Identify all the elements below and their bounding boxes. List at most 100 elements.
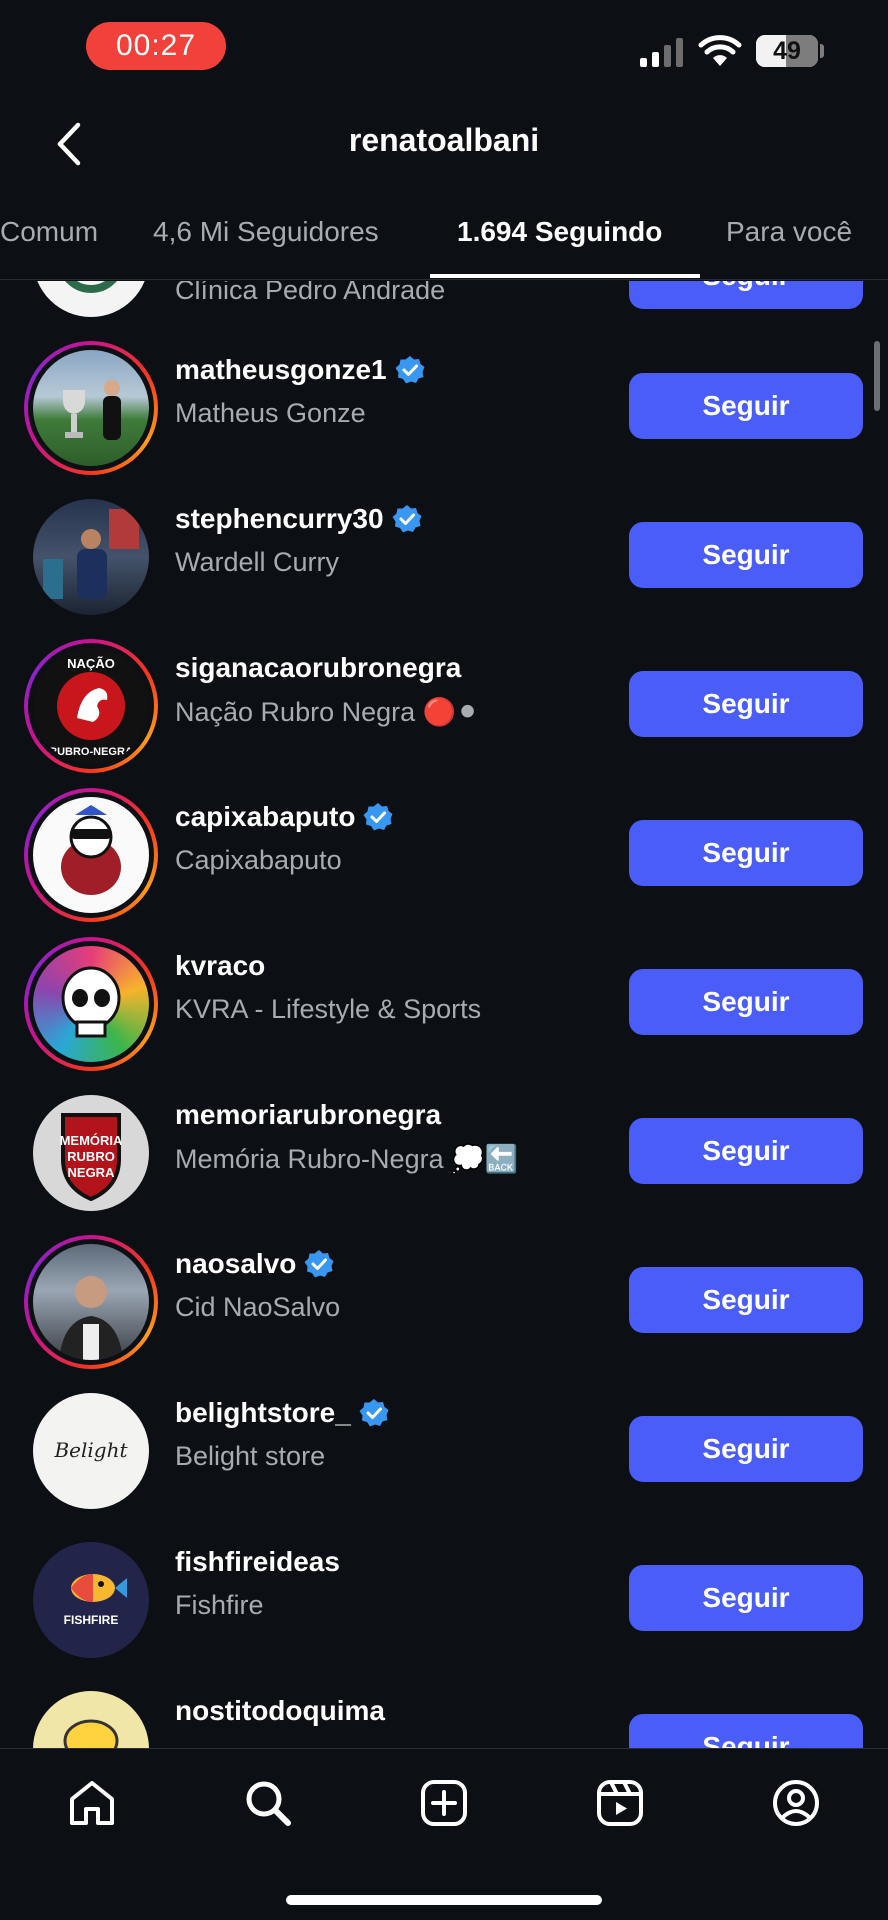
- follow-button[interactable]: Seguir: [629, 281, 863, 309]
- nav-reels[interactable]: [590, 1773, 650, 1833]
- battery-indicator: 49: [756, 35, 818, 67]
- status-bar: 00:27 49: [0, 0, 888, 96]
- verified-badge-icon: [395, 356, 425, 384]
- profile-icon: [773, 1780, 819, 1826]
- follow-button[interactable]: Seguir: [629, 1565, 863, 1631]
- username-text: belightstore_: [175, 1397, 351, 1428]
- fishfire-logo-text: FISHFIRE: [64, 1613, 119, 1627]
- person-photo-icon: [59, 1276, 123, 1360]
- following-list: Clínica Pedro Andrade Seguir matheusgonz…: [0, 281, 888, 1748]
- list-item[interactable]: Belight belightstore_ Belight store Segu…: [0, 1377, 888, 1526]
- tab-comum[interactable]: Comum: [0, 216, 98, 248]
- trophy-photo-icon: [63, 380, 121, 440]
- follow-button[interactable]: Seguir: [629, 1118, 863, 1184]
- follow-button[interactable]: Seguir: [629, 671, 863, 737]
- user-fullname: Capixabaputo: [175, 845, 342, 875]
- avatar[interactable]: [24, 1682, 158, 1748]
- follow-button[interactable]: Seguir: [629, 1267, 863, 1333]
- list-item[interactable]: MEMÓRIA RUBRO NEGRA memoriarubronegra Me…: [0, 1079, 888, 1228]
- memoria-text-3: NEGRA: [68, 1165, 116, 1180]
- follow-button[interactable]: Seguir: [629, 373, 863, 439]
- username-text: fishfireideas: [175, 1546, 340, 1577]
- avatar[interactable]: Belight: [24, 1384, 158, 1518]
- verified-badge-icon: [304, 1250, 334, 1278]
- list-item[interactable]: nostitodoquima Seguir: [0, 1675, 888, 1748]
- follow-button[interactable]: Seguir: [629, 820, 863, 886]
- home-icon: [70, 1781, 114, 1825]
- user-handle: capixabaputo: [175, 801, 393, 833]
- tab-seguindo[interactable]: 1.694 Seguindo: [457, 216, 662, 248]
- battery-tip: [820, 44, 824, 58]
- active-tab-indicator: [430, 274, 700, 278]
- user-handle: memoriarubronegra: [175, 1099, 441, 1131]
- clinic-logo-icon: [65, 281, 117, 293]
- belight-logo-icon: Belight: [53, 1438, 128, 1462]
- home-indicator[interactable]: [286, 1895, 602, 1905]
- search-icon: [246, 1781, 291, 1826]
- username-text: matheusgonze1: [175, 354, 387, 385]
- tab-seguidores[interactable]: 4,6 Mi Seguidores: [153, 216, 379, 248]
- avatar[interactable]: [24, 1235, 158, 1369]
- nav-create[interactable]: [414, 1773, 474, 1833]
- reels-icon: [597, 1780, 643, 1826]
- user-fullname: Memória Rubro-Negra 💭🔙: [175, 1144, 519, 1174]
- page-title: renatoalbani: [348, 122, 540, 158]
- avatar[interactable]: [24, 341, 158, 475]
- tab-para-voce[interactable]: Para você: [726, 216, 852, 248]
- list-item[interactable]: naosalvo Cid NaoSalvo Seguir: [0, 1228, 888, 1377]
- list-item[interactable]: FISHFIRE fishfireideas Fishfire Seguir: [0, 1526, 888, 1675]
- username-text: stephencurry30: [175, 503, 384, 534]
- user-handle: matheusgonze1: [175, 354, 425, 386]
- user-fullname: Belight store: [175, 1441, 326, 1471]
- follow-button[interactable]: Seguir: [629, 522, 863, 588]
- avatar[interactable]: NAÇÃO RUBRO-NEGRA: [24, 639, 158, 773]
- username-text: siganacaorubronegra: [175, 652, 462, 683]
- user-fullname: Nação Rubro Negra 🔴⚫: [175, 697, 479, 727]
- list-item[interactable]: NAÇÃO RUBRO-NEGRA siganacaorubronegra Na…: [0, 632, 888, 781]
- memoria-text-2: RUBRO: [67, 1149, 115, 1164]
- skull-logo-icon: [61, 966, 121, 1038]
- avatar[interactable]: [24, 281, 158, 326]
- wifi-icon: [698, 35, 742, 66]
- nav-home[interactable]: [62, 1773, 122, 1833]
- cellular-signal-icon: [640, 38, 683, 67]
- user-fullname: Wardell Curry: [175, 547, 340, 577]
- list-item[interactable]: capixabaputo Capixabaputo Seguir: [0, 781, 888, 930]
- follow-button[interactable]: Seguir: [629, 1714, 863, 1748]
- avatar[interactable]: [24, 490, 158, 624]
- memoria-text-1: MEMÓRIA: [60, 1133, 123, 1148]
- nav-search[interactable]: [238, 1773, 298, 1833]
- bottom-navigation: [0, 1748, 888, 1920]
- nav-profile[interactable]: [766, 1773, 826, 1833]
- user-fullname: Clínica Pedro Andrade: [175, 281, 446, 305]
- list-item[interactable]: matheusgonze1 Matheus Gonze Seguir: [0, 334, 888, 483]
- user-handle: stephencurry30: [175, 503, 422, 535]
- user-fullname: Matheus Gonze: [175, 398, 366, 428]
- player-photo-icon: [43, 509, 139, 599]
- username-text: kvraco: [175, 950, 266, 981]
- follow-button[interactable]: Seguir: [629, 969, 863, 1035]
- nacao-logo-icon: NAÇÃO RUBRO-NEGRA: [49, 656, 133, 758]
- status-time[interactable]: 00:27: [86, 22, 226, 70]
- username-text: nostitodoquima: [175, 1695, 385, 1726]
- avatar[interactable]: [24, 788, 158, 922]
- screen: 00:27 49 renatoalbani Comum 4,6 Mi Segui…: [0, 0, 888, 1920]
- follow-tabs: Comum 4,6 Mi Seguidores 1.694 Seguindo P…: [0, 200, 888, 280]
- avatar[interactable]: FISHFIRE: [24, 1533, 158, 1667]
- follow-button[interactable]: Seguir: [629, 1416, 863, 1482]
- list-item[interactable]: Clínica Pedro Andrade Seguir: [0, 281, 888, 334]
- create-icon: [421, 1780, 467, 1826]
- scrollbar[interactable]: [874, 341, 880, 411]
- user-handle: kvraco: [175, 950, 265, 982]
- list-item[interactable]: kvraco KVRA - Lifestyle & Sports Seguir: [0, 930, 888, 1079]
- verified-badge-icon: [392, 505, 422, 533]
- avatar[interactable]: [24, 937, 158, 1071]
- nacao-bottom-text: RUBRO-NEGRA: [49, 746, 133, 758]
- user-fullname: Cid NaoSalvo: [175, 1292, 341, 1322]
- memoria-badge-icon: MEMÓRIA RUBRO NEGRA: [60, 1113, 123, 1202]
- avatar[interactable]: MEMÓRIA RUBRO NEGRA: [24, 1086, 158, 1220]
- list-item[interactable]: stephencurry30 Wardell Curry Seguir: [0, 483, 888, 632]
- user-handle: fishfireideas: [175, 1546, 340, 1578]
- cartoon-mascot-icon: [61, 805, 121, 895]
- user-handle: nostitodoquima: [175, 1695, 385, 1727]
